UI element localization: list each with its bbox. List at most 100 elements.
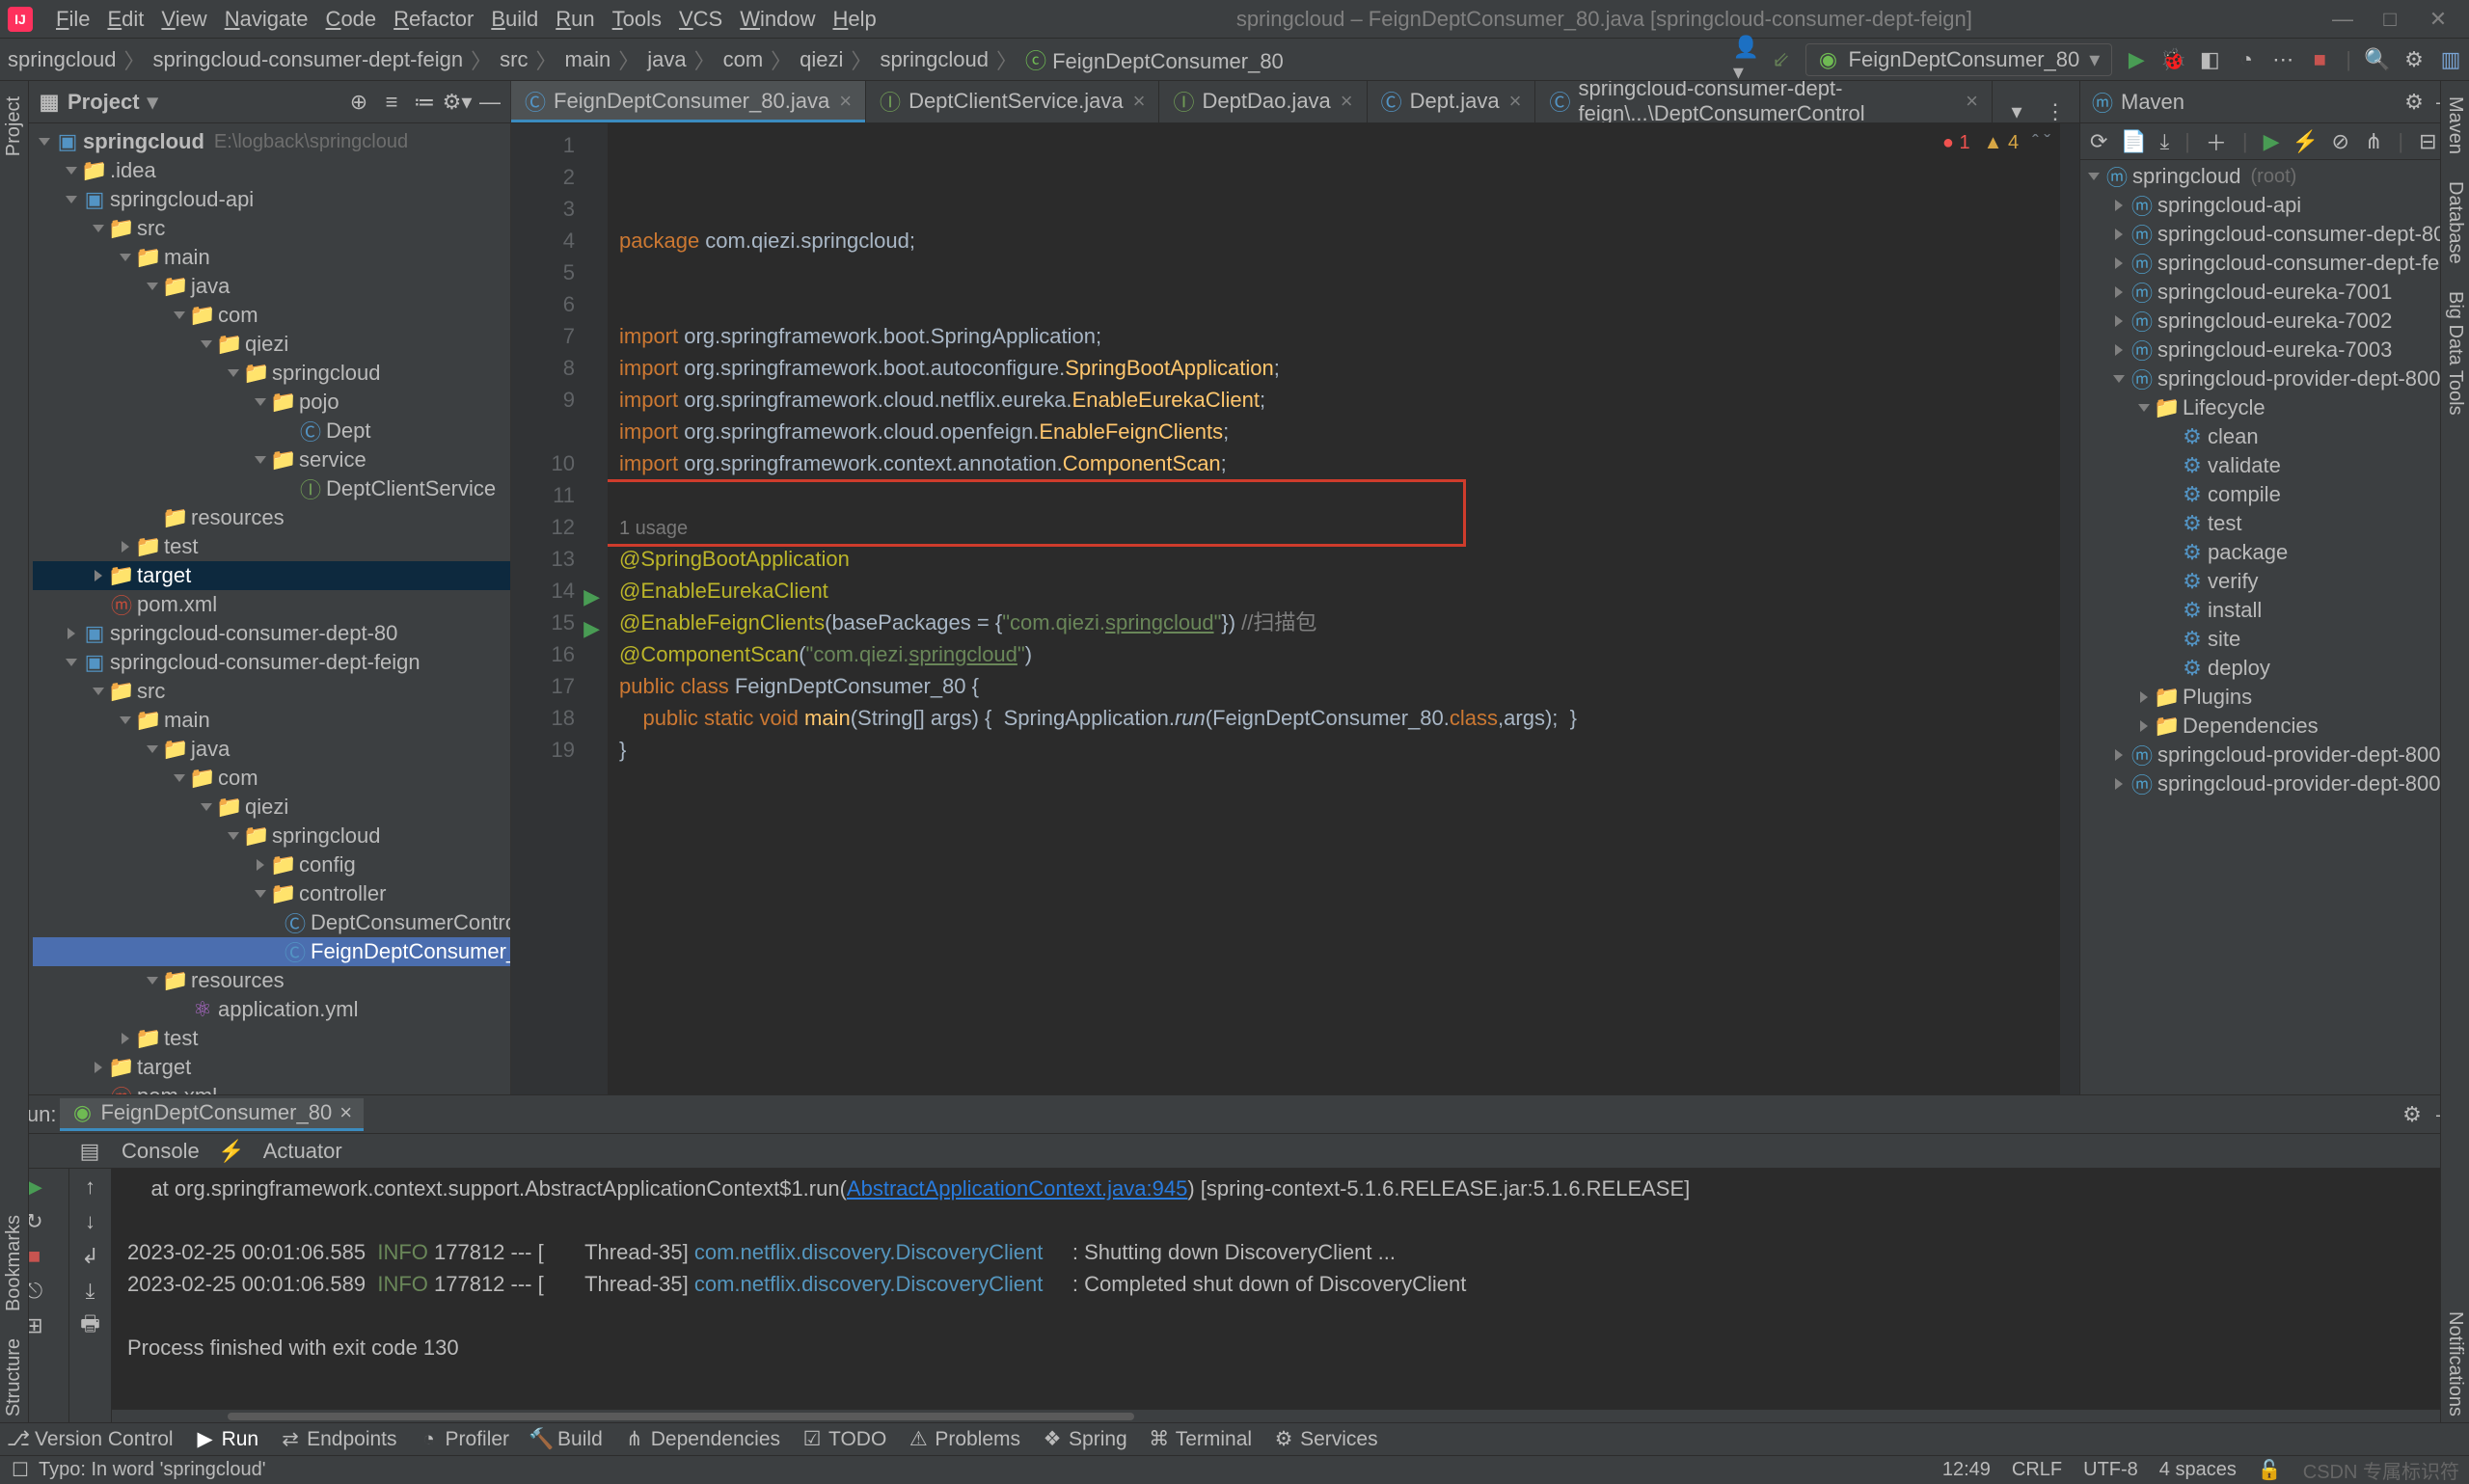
tree-item[interactable]: 📁src — [33, 214, 510, 243]
maven-item[interactable]: ⓜspringcloud-eureka-7002 — [2080, 307, 2469, 336]
tree-item[interactable]: ⒸDeptConsumerController — [33, 908, 510, 937]
menu-window[interactable]: Window — [740, 7, 815, 32]
tree-item[interactable]: 📁springcloud — [33, 822, 510, 850]
maven-item[interactable]: ⚙deploy — [2080, 654, 2469, 683]
hide-icon[interactable]: — — [479, 92, 501, 113]
attached-icon[interactable]: ⋯ — [2272, 49, 2293, 70]
tree-item[interactable]: 📁resources — [33, 966, 510, 995]
project-tree[interactable]: ▣springcloudE:\logback\springcloud📁.idea… — [0, 123, 510, 1094]
tree-item[interactable]: 📁com — [33, 301, 510, 330]
crumb[interactable]: ⓒ FeignDeptConsumer_80 — [1025, 44, 1284, 75]
close-icon[interactable]: × — [339, 1100, 352, 1125]
crumb[interactable]: src — [500, 47, 528, 72]
maven-item[interactable]: ⚙compile — [2080, 480, 2469, 509]
tree-item[interactable]: 📁com — [33, 764, 510, 793]
bottom-build[interactable]: 🔨Build — [532, 1428, 603, 1451]
maven-item[interactable]: ⓜspringcloud-provider-dept-8001 — [2080, 364, 2469, 393]
encoding[interactable]: UTF-8 — [2083, 1459, 2138, 1481]
maven-item[interactable]: ⚙package — [2080, 538, 2469, 567]
execute-icon[interactable]: ⚡ — [2295, 131, 2317, 152]
side-tab-bookmarks[interactable]: Bookmarks — [3, 1209, 25, 1317]
add-icon[interactable]: ＋ — [2206, 131, 2227, 152]
tree-item[interactable]: ⒾDeptClientService — [33, 474, 510, 503]
menu-edit[interactable]: Edit — [107, 7, 144, 32]
editor-tab[interactable]: Ⓒspringcloud-consumer-dept-feign\...\Dep… — [1535, 81, 1993, 122]
menu-refactor[interactable]: Refactor — [393, 7, 474, 32]
maven-item[interactable]: ⓜspringcloud-eureka-7003 — [2080, 336, 2469, 364]
window-controls[interactable]: — □ ✕ — [2332, 7, 2469, 32]
crumb[interactable]: com — [723, 47, 764, 72]
expand-icon[interactable]: ≡ — [381, 92, 402, 113]
menu-help[interactable]: Help — [832, 7, 876, 32]
stop-icon[interactable]: ■ — [2309, 49, 2330, 70]
maven-item[interactable]: ⚙site — [2080, 625, 2469, 654]
subtab-actuator[interactable]: Actuator — [263, 1139, 342, 1164]
inspection-counts[interactable]: ● 1 ▲ 4 ˆ ˇ — [1942, 127, 2050, 159]
bottom-todo[interactable]: ☑TODO — [803, 1428, 886, 1451]
profiler-icon[interactable]: ◔ — [2236, 49, 2257, 70]
maven-item[interactable]: ⓜspringcloud-provider-dept-8003 — [2080, 769, 2469, 798]
tree-item[interactable]: 📁src — [33, 677, 510, 706]
caret-pos[interactable]: 12:49 — [1942, 1459, 1991, 1481]
side-tab-structure[interactable]: Structure — [3, 1333, 25, 1422]
maven-item[interactable]: ⓜspringcloud-consumer-dept-feign — [2080, 249, 2469, 278]
tree-item[interactable]: ⓜpom.xml — [33, 1082, 510, 1094]
tree-item[interactable]: ⚛application.yml — [33, 995, 510, 1024]
status-icon[interactable]: ☐ — [10, 1460, 31, 1481]
left-tool-strip[interactable]: Project Bookmarks Structure — [0, 81, 29, 1422]
tree-item[interactable]: 📁main — [33, 243, 510, 272]
run-tab[interactable]: ◉ FeignDeptConsumer_80 × — [60, 1098, 364, 1131]
maven-item[interactable]: ⓜspringcloud (root) — [2080, 162, 2469, 191]
readonly-icon[interactable]: 🔓 — [2258, 1458, 2282, 1482]
tree-item[interactable]: 📁java — [33, 272, 510, 301]
subtab-console[interactable]: Console — [122, 1139, 200, 1164]
side-tab-project[interactable]: Project — [3, 91, 25, 162]
eol[interactable]: CRLF — [2012, 1459, 2062, 1481]
tree-item[interactable]: 📁qiezi — [33, 330, 510, 359]
gear-icon[interactable]: ⚙ — [2403, 92, 2425, 113]
crumb[interactable]: qiezi — [800, 47, 843, 72]
side-tab-database[interactable]: Database — [2444, 175, 2466, 270]
down-icon[interactable]: ↓ — [80, 1211, 101, 1232]
tree-item[interactable]: 📁target — [33, 561, 510, 590]
tree-item[interactable]: ⒸFeignDeptConsumer_80 — [33, 937, 510, 966]
tree-item[interactable]: 📁.idea — [33, 156, 510, 185]
tree-root[interactable]: ▣springcloudE:\logback\springcloud — [33, 127, 510, 156]
search-icon[interactable]: 🔍 — [2367, 49, 2388, 70]
graph-icon[interactable]: ⋔ — [2365, 131, 2382, 152]
maven-item[interactable]: ⚙verify — [2080, 567, 2469, 596]
maven-item[interactable]: ⚙clean — [2080, 422, 2469, 451]
gear-icon[interactable]: ⚙ — [2401, 1104, 2423, 1125]
side-tab-maven[interactable]: Maven — [2444, 91, 2466, 160]
menu-run[interactable]: Run — [556, 7, 594, 32]
editor-tab[interactable]: ⒸDept.java× — [1368, 81, 1536, 122]
collapse-icon[interactable]: ≔ — [414, 92, 435, 113]
bottom-profiler[interactable]: ◔Profiler — [421, 1428, 510, 1451]
editor-tabs[interactable]: ⒸFeignDeptConsumer_80.java×ⒾDeptClientSe… — [511, 81, 2079, 123]
chevron-down-icon[interactable]: ▾ — [2006, 101, 2027, 122]
debug-icon[interactable]: 🐞 — [2162, 49, 2184, 70]
maven-item[interactable]: ⚙test — [2080, 509, 2469, 538]
maven-toolbar[interactable]: ⟳ 📄 ⤓ | ＋ | ▶ ⚡ ⊘ ⋔ | ⊟ ✦ — [2080, 123, 2469, 160]
hammer-icon[interactable]: ⇙ — [1771, 49, 1792, 70]
maven-item[interactable]: ⓜspringcloud-consumer-dept-80 — [2080, 220, 2469, 249]
indent[interactable]: 4 spaces — [2159, 1459, 2237, 1481]
tree-item[interactable]: ▣springcloud-consumer-dept-80 — [33, 619, 510, 648]
maven-item[interactable]: ⓜspringcloud-provider-dept-8002 — [2080, 741, 2469, 769]
locate-icon[interactable]: ⊕ — [348, 92, 369, 113]
run-icon[interactable]: ▶ — [2264, 131, 2280, 152]
close-icon[interactable]: × — [839, 89, 852, 114]
editor-tab[interactable]: ⒾDeptClientService.java× — [866, 81, 1159, 122]
tree-item[interactable]: 📁main — [33, 706, 510, 735]
bottom-spring[interactable]: ❖Spring — [1044, 1428, 1127, 1451]
tree-item[interactable]: 📁pojo — [33, 388, 510, 417]
menu-navigate[interactable]: Navigate — [225, 7, 309, 32]
main-menu[interactable]: FileEditViewNavigateCodeRefactorBuildRun… — [56, 7, 877, 32]
side-tab-notifications[interactable]: Notifications — [2444, 1306, 2466, 1422]
editor-tab[interactable]: ⒸFeignDeptConsumer_80.java× — [511, 81, 866, 122]
close-icon[interactable]: × — [1133, 89, 1146, 114]
close-icon[interactable]: × — [1966, 89, 1978, 114]
tree-item[interactable]: ⓜpom.xml — [33, 590, 510, 619]
download-icon[interactable]: ⤓ — [2159, 131, 2169, 152]
bottom-problems[interactable]: ⚠Problems — [909, 1428, 1020, 1451]
